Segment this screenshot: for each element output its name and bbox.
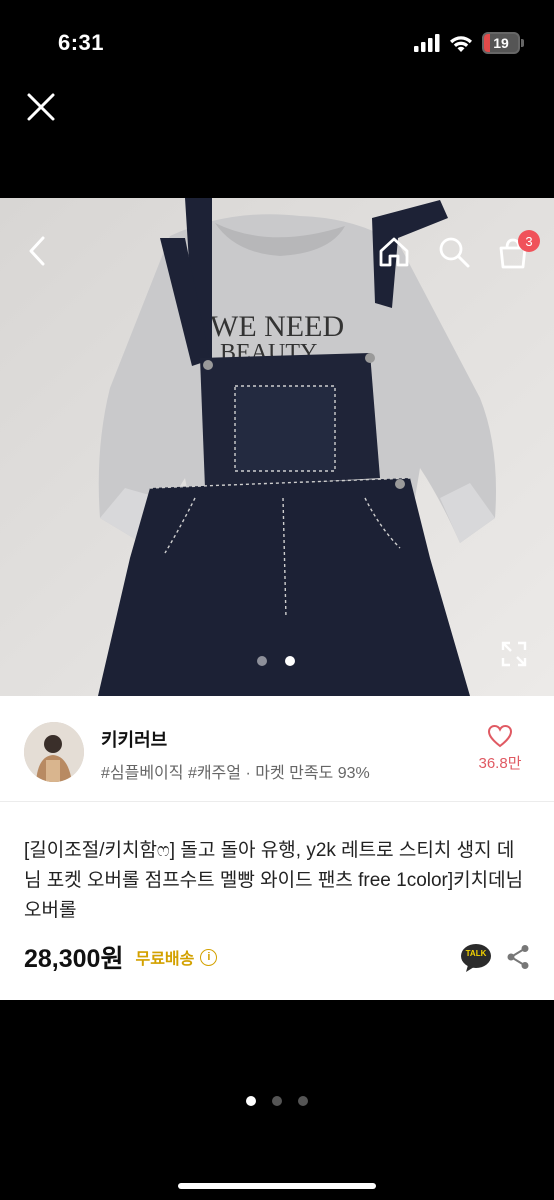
image-pager-dot-active[interactable] xyxy=(285,656,295,666)
home-button[interactable] xyxy=(376,234,412,270)
avatar[interactable] xyxy=(24,722,84,782)
page-pager-dot-active[interactable] xyxy=(246,1096,256,1106)
product-image[interactable]: WE NEED BEAUTY 3 xyxy=(0,198,554,696)
share-icon xyxy=(507,945,529,969)
image-pager xyxy=(257,656,295,666)
search-button[interactable] xyxy=(436,234,472,270)
close-button[interactable] xyxy=(22,88,60,126)
wifi-icon xyxy=(450,35,472,52)
page-pager-dot[interactable] xyxy=(272,1096,282,1106)
price-actions: TALK xyxy=(460,943,530,972)
search-icon xyxy=(439,237,470,268)
kakao-talk-button[interactable]: TALK xyxy=(460,943,491,972)
kakao-talk-icon xyxy=(461,944,491,972)
seller-row[interactable]: 키키러브 #심플베이직 #캐주얼 · 마켓 만족도 93% 36.8만 xyxy=(0,696,554,802)
like-count: 36.8만 xyxy=(478,755,522,772)
back-button[interactable] xyxy=(22,234,52,268)
close-icon xyxy=(27,93,55,121)
signal-icon xyxy=(414,34,440,52)
seller-name[interactable]: 키키러브 xyxy=(101,726,167,752)
back-icon xyxy=(29,236,45,266)
status-icons: 19 xyxy=(414,32,524,54)
status-bar: 6:31 19 xyxy=(0,0,554,90)
price-row: 28,300원 무료배송 i TALK xyxy=(24,939,530,975)
home-icon xyxy=(379,237,409,267)
like-button[interactable]: 36.8만 xyxy=(470,724,530,773)
shipping-badge[interactable]: 무료배송 i xyxy=(135,945,218,969)
image-pager-dot[interactable] xyxy=(257,656,267,666)
page-pager xyxy=(246,1096,308,1106)
heart-icon xyxy=(487,724,513,748)
product-price: 28,300원 xyxy=(24,945,124,973)
share-button[interactable] xyxy=(506,944,530,970)
expand-button[interactable] xyxy=(500,640,528,668)
page-pager-dot[interactable] xyxy=(298,1096,308,1106)
cart-badge: 3 xyxy=(518,230,540,252)
shipping-label: 무료배송 xyxy=(135,951,195,968)
battery-icon: 19 xyxy=(482,32,524,54)
product-photo: WE NEED BEAUTY xyxy=(0,198,554,696)
home-indicator[interactable] xyxy=(178,1183,376,1189)
kakao-talk-label: TALK xyxy=(465,949,487,958)
cart-button[interactable]: 3 xyxy=(496,230,540,270)
expand-icon xyxy=(501,641,527,667)
battery-level: 19 xyxy=(493,35,509,51)
info-icon[interactable]: i xyxy=(200,948,218,966)
seller-tags: #심플베이직 #캐주얼 · 마켓 만족도 93% xyxy=(101,765,370,782)
product-title: [길이조절/키치함ෆ] 돌고 돌아 유행, y2k 레트로 스티치 생지 데님 … xyxy=(24,840,524,921)
svg-text:WE NEED: WE NEED xyxy=(210,310,344,343)
status-time: 6:31 xyxy=(58,30,105,55)
product-info-card: 키키러브 #심플베이직 #캐주얼 · 마켓 만족도 93% 36.8만 [길이조… xyxy=(0,696,554,1000)
